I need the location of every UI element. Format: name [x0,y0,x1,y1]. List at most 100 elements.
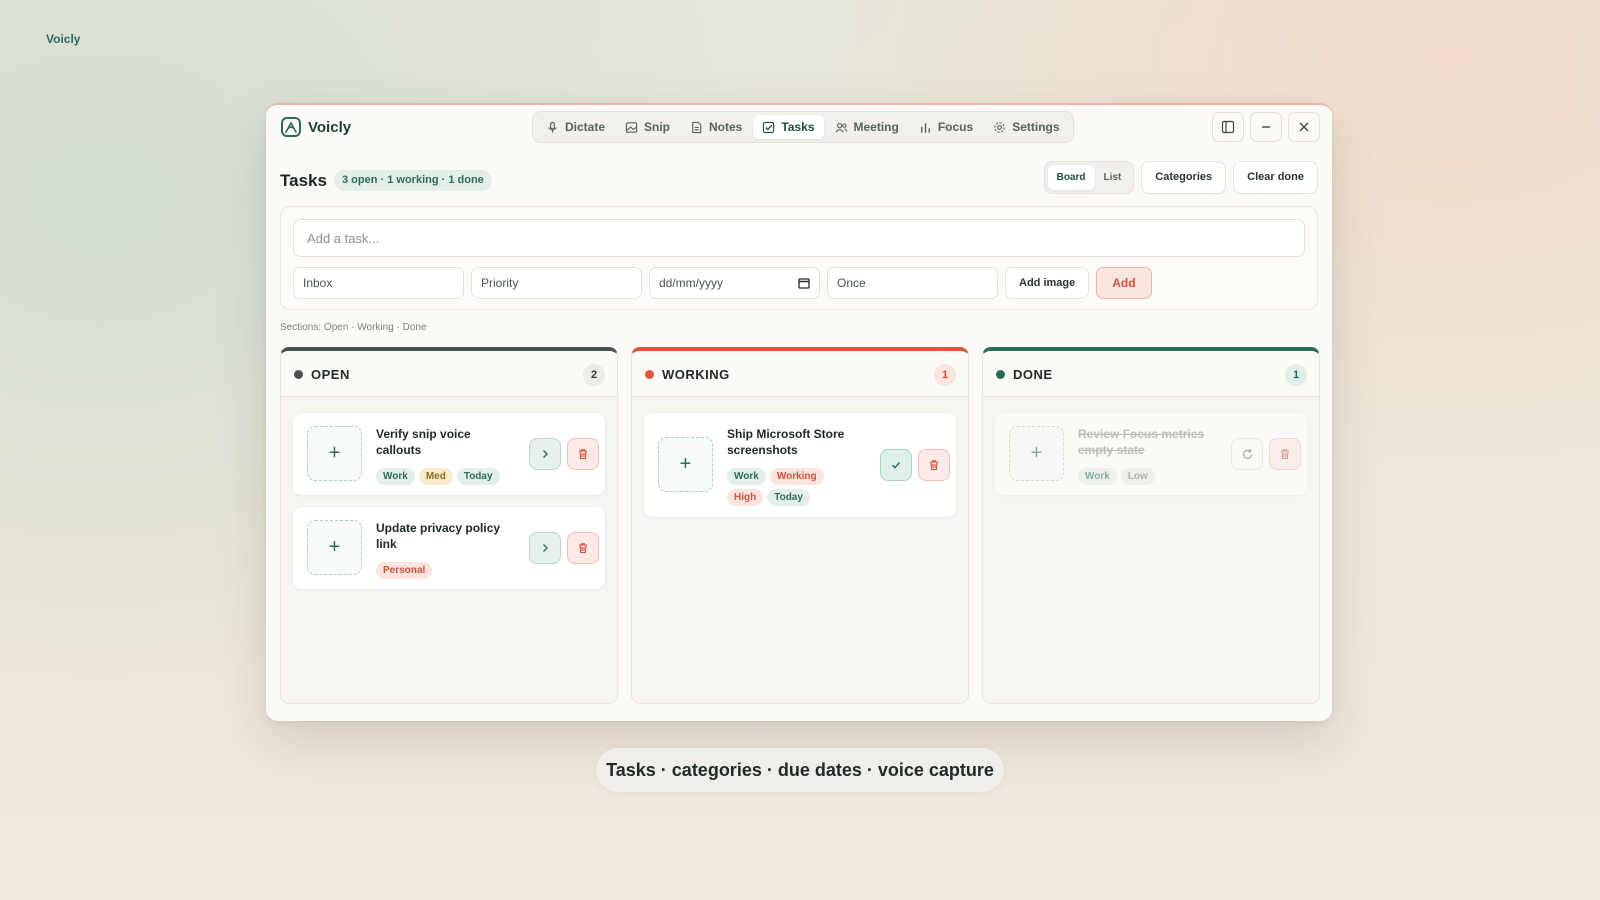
titlebar: Voicly Dictate Snip Notes Tasks Meeting [266,105,1332,151]
nav-notes-label: Notes [709,120,743,134]
nav-dictate-label: Dictate [565,120,606,134]
gear-icon [994,121,1005,133]
move-to-working-button[interactable] [529,532,561,564]
column-working: WORKING 1 + Ship Microsoft Store screens… [631,347,969,704]
task-title: Update privacy policy link [376,521,501,551]
task-title: Review Focus metrics empty state [1078,427,1205,457]
note-icon [692,121,702,133]
corner-brand-label: Voicly [46,32,81,46]
due-date-field[interactable]: dd/mm/yyyy [649,267,820,299]
close-button[interactable] [1288,112,1320,142]
app-name: Voicly [308,118,352,136]
priority-tag: Low [1120,468,1155,485]
add-image-thumb[interactable]: + [307,426,362,481]
nav-snip-label: Snip [644,120,671,134]
nav-meeting-label: Meeting [853,120,899,134]
image-icon [625,121,638,133]
delete-task-button[interactable] [567,438,599,470]
check-icon [892,462,901,469]
mark-done-button[interactable] [880,449,912,481]
close-icon [1299,122,1309,132]
category-tag: Work [1078,468,1117,485]
header-actions: Board List Categories Clear done [1043,161,1318,194]
main-nav: Dictate Snip Notes Tasks Meeting Focus S… [532,111,1074,143]
column-title: DONE [1013,367,1053,382]
app-brand: Voicly [281,117,351,137]
delete-task-button[interactable] [918,449,950,481]
priority-tag: Med [418,468,453,485]
nav-focus[interactable]: Focus [910,115,982,139]
plus-icon: + [328,536,341,558]
tasks-header: Tasks 3 open · 1 working · 1 done Board … [280,161,1318,197]
page-title: Tasks [280,171,327,190]
repeat-select[interactable]: Once [827,267,998,299]
task-card[interactable]: + Ship Microsoft Store screenshots Work … [644,413,956,517]
clear-done-button[interactable]: Clear done [1233,161,1318,194]
add-image-thumb[interactable]: + [307,520,362,575]
window-controls [1212,112,1320,142]
column-count-badge: 1 [1285,364,1307,386]
delete-task-button[interactable] [1269,438,1301,470]
task-card[interactable]: + Review Focus metrics empty state Work … [995,413,1307,495]
nav-meeting[interactable]: Meeting [826,115,908,139]
task-card[interactable]: + Verify snip voice callouts Work Med To… [293,413,605,495]
nav-settings[interactable]: Settings [984,115,1068,139]
column-done: DONE 1 + Review Focus metrics empty stat… [982,347,1320,704]
column-open: OPEN 2 + Verify snip voice callouts Work… [280,347,618,704]
trash-icon [579,449,587,460]
calendar-icon[interactable] [798,277,810,289]
move-to-working-button[interactable] [529,438,561,470]
delete-task-button[interactable] [567,532,599,564]
task-title: Ship Microsoft Store screenshots [727,427,845,457]
category-tag: Personal [376,562,433,579]
nav-focus-label: Focus [937,120,974,134]
minimize-icon [1262,126,1270,128]
add-image-thumb[interactable]: + [1009,426,1064,481]
nav-tasks[interactable]: Tasks [753,115,824,139]
minimize-button[interactable] [1250,112,1282,142]
list-view-button[interactable]: List [1095,165,1131,190]
task-tags: Personal [376,562,511,579]
add-image-button[interactable]: Add image [1005,267,1090,299]
status-dot [294,370,303,379]
refresh-icon [1242,448,1252,459]
status-summary-badge: 3 open · 1 working · 1 done [334,170,492,191]
task-card[interactable]: + Update privacy policy link Personal [293,507,605,589]
nav-notes[interactable]: Notes [681,115,751,139]
app-window: Voicly Dictate Snip Notes Tasks Meeting [266,103,1332,721]
trash-icon [930,460,938,471]
reopen-task-button[interactable] [1231,438,1263,470]
category-tag: Work [727,468,766,485]
priority-select[interactable]: Priority [471,267,642,299]
column-count-badge: 1 [934,364,956,386]
due-tag: Today [456,468,500,485]
plus-icon: + [1030,442,1043,464]
trash-icon [579,543,587,554]
task-tags: Work Med Today [376,468,511,485]
category-tag: Work [376,468,415,485]
users-icon [834,122,848,133]
task-tags: Work Low [1078,468,1213,485]
due-date-value: dd/mm/yyyy [659,276,724,290]
add-task-button[interactable]: Add [1096,267,1152,299]
category-select[interactable]: Inbox [293,267,464,299]
task-title: Verify snip voice callouts [376,427,471,457]
sidebar-icon [1221,120,1235,134]
composer-controls: Inbox Priority dd/mm/yyyy Once Add image… [293,267,1152,299]
add-image-thumb[interactable]: + [658,437,713,492]
plus-icon: + [679,453,692,475]
nav-snip[interactable]: Snip [616,115,679,139]
nav-dictate[interactable]: Dictate [537,115,614,139]
status-tag: Working [769,468,824,485]
column-title: WORKING [662,367,730,382]
nav-settings-label: Settings [1012,120,1060,134]
column-title: OPEN [311,367,350,382]
categories-button[interactable]: Categories [1141,161,1227,194]
add-task-input[interactable] [293,219,1305,257]
sidebar-toggle-button[interactable] [1212,112,1244,142]
priority-tag: High [727,489,764,506]
board-view-button[interactable]: Board [1047,165,1095,190]
plus-icon: + [328,442,341,464]
trash-icon [1281,449,1289,460]
bar-chart-icon [920,122,930,133]
